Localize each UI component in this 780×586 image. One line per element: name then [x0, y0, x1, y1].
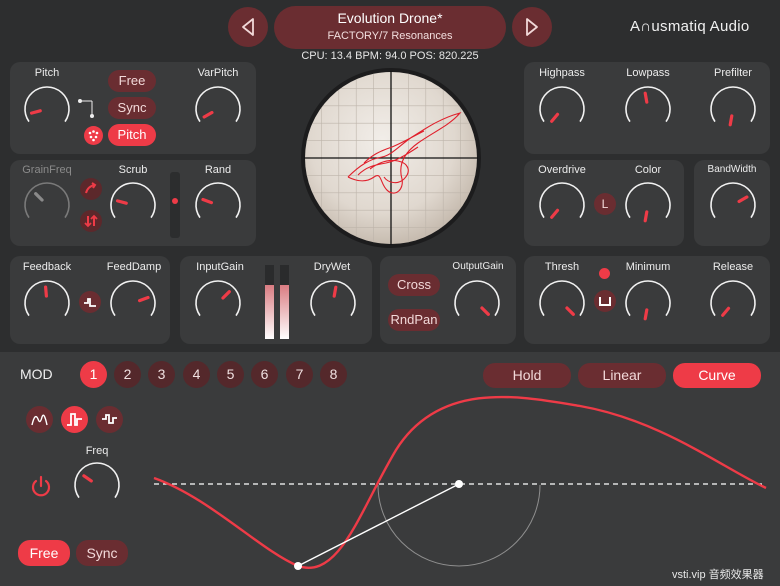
grain-mode-sync[interactable]: Sync — [108, 97, 156, 119]
scrub-direction-button[interactable] — [80, 178, 102, 200]
preset-display[interactable]: Evolution Drone* FACTORY/7 Resonances — [274, 6, 506, 49]
feeddamp-knob[interactable] — [108, 278, 158, 328]
drywet-label: DryWet — [313, 261, 351, 273]
input-meter-left-fill — [265, 285, 274, 339]
thresh-label: Thresh — [544, 261, 580, 273]
mod-slot-6[interactable]: 6 — [251, 361, 278, 388]
pitch-label: Pitch — [34, 67, 60, 79]
mod-power-icon[interactable] — [28, 474, 54, 500]
mod-slot-3[interactable]: 3 — [148, 361, 175, 388]
interp-hold-button[interactable]: Hold — [483, 363, 571, 388]
shape-square-button[interactable] — [61, 406, 88, 433]
outputgain-knob[interactable] — [452, 278, 502, 328]
dynamics-indicator — [599, 268, 610, 279]
swap-arrows-icon — [84, 214, 98, 228]
cross-button[interactable]: Cross — [388, 274, 440, 296]
color-knob[interactable] — [623, 180, 673, 230]
release-knob[interactable] — [708, 278, 758, 328]
mod-slot-2[interactable]: 2 — [114, 361, 141, 388]
scrub-slider[interactable] — [170, 172, 180, 238]
triangle-right-icon — [526, 18, 538, 36]
thresh-knob[interactable] — [537, 278, 587, 328]
mod-slot-7[interactable]: 7 — [286, 361, 313, 388]
scrub-slider-dot — [172, 198, 178, 204]
brand-logo: A∩usmatiq Audio — [630, 18, 750, 35]
rand-knob[interactable] — [193, 180, 243, 230]
varpitch-knob[interactable] — [193, 84, 243, 134]
prefilter-label: Prefilter — [714, 67, 752, 79]
overdrive-label: Overdrive — [538, 164, 586, 176]
varpitch-label: VarPitch — [197, 67, 239, 79]
scrub-knob[interactable] — [108, 180, 158, 230]
xy-scope[interactable] — [300, 67, 482, 249]
highpass-knob[interactable] — [537, 84, 587, 134]
mod-title: MOD — [20, 366, 53, 382]
keyboard-icon — [88, 130, 99, 142]
shape-random-button[interactable] — [96, 406, 123, 433]
lowpass-knob[interactable] — [623, 84, 673, 134]
grainfreq-label: GrainFreq — [22, 164, 72, 176]
bandwidth-label: BandWidth — [707, 164, 757, 175]
preset-bank: FACTORY/7 Resonances — [327, 30, 453, 42]
grain-mode-pitch[interactable]: Pitch — [108, 124, 156, 146]
input-meter-right-fill — [280, 285, 289, 339]
mod-rate-sync[interactable]: Sync — [76, 540, 128, 566]
minimum-label: Minimum — [625, 261, 671, 273]
preset-name: Evolution Drone* — [337, 10, 443, 26]
feedback-mode-button[interactable] — [79, 291, 101, 313]
status-line: CPU: 13.4 BPM: 94.0 POS: 820.225 — [301, 50, 479, 62]
grainfreq-knob[interactable] — [22, 180, 72, 230]
outputgain-label: OutputGain — [452, 261, 504, 272]
step-wave-icon — [84, 298, 96, 307]
pitch-knob[interactable] — [22, 84, 72, 134]
minimum-knob[interactable] — [623, 278, 673, 328]
mod-point-1[interactable] — [294, 562, 302, 570]
lowpass-label: Lowpass — [626, 67, 670, 79]
mod-slot-5[interactable]: 5 — [217, 361, 244, 388]
mod-slot-1[interactable]: 1 — [80, 361, 107, 388]
input-meter — [263, 265, 293, 339]
drywet-knob[interactable] — [308, 278, 358, 328]
rndpan-button[interactable]: RndPan — [388, 309, 440, 331]
prefilter-knob[interactable] — [708, 84, 758, 134]
color-l-button[interactable]: L — [594, 193, 616, 215]
overdrive-knob[interactable] — [537, 180, 587, 230]
inputgain-label: InputGain — [196, 261, 244, 273]
mod-point-2[interactable] — [455, 480, 463, 488]
highpass-label: Highpass — [539, 67, 585, 79]
mod-freq-knob[interactable] — [72, 460, 122, 510]
gate-icon — [599, 297, 611, 306]
rand-label: Rand — [204, 164, 232, 176]
release-label: Release — [712, 261, 754, 273]
scrub-label: Scrub — [118, 164, 148, 176]
grain-mode-free[interactable]: Free — [108, 70, 156, 92]
mod-curve-editor[interactable] — [150, 390, 770, 580]
random-step-icon — [102, 414, 117, 424]
feedback-knob[interactable] — [22, 278, 72, 328]
color-label: Color — [634, 164, 662, 176]
mod-curve-handle-arc — [377, 484, 541, 567]
curve-arrow-icon — [85, 182, 97, 194]
interp-curve-button[interactable]: Curve — [673, 363, 761, 388]
draw-shape-icon — [31, 414, 48, 426]
feeddamp-label: FeedDamp — [106, 261, 162, 273]
shape-draw-button[interactable] — [26, 406, 53, 433]
dynamics-mode-button[interactable] — [594, 290, 616, 312]
interp-linear-button[interactable]: Linear — [578, 363, 666, 388]
inputgain-knob[interactable] — [193, 278, 243, 328]
next-preset-button[interactable] — [512, 7, 552, 47]
swap-button[interactable] — [80, 210, 102, 232]
keyboard-button[interactable] — [84, 126, 103, 145]
prev-preset-button[interactable] — [228, 7, 268, 47]
feedback-label: Feedback — [22, 261, 72, 273]
mod-slot-4[interactable]: 4 — [183, 361, 210, 388]
triangle-left-icon — [242, 18, 254, 36]
mod-freq-label: Freq — [85, 445, 109, 457]
mod-slot-8[interactable]: 8 — [320, 361, 347, 388]
watermark: vsti.vip 音频效果器 — [672, 569, 764, 581]
bandwidth-knob[interactable] — [708, 180, 758, 230]
mod-rate-free[interactable]: Free — [18, 540, 70, 566]
pitch-link-icon — [78, 99, 94, 118]
square-wave-icon — [67, 413, 82, 426]
